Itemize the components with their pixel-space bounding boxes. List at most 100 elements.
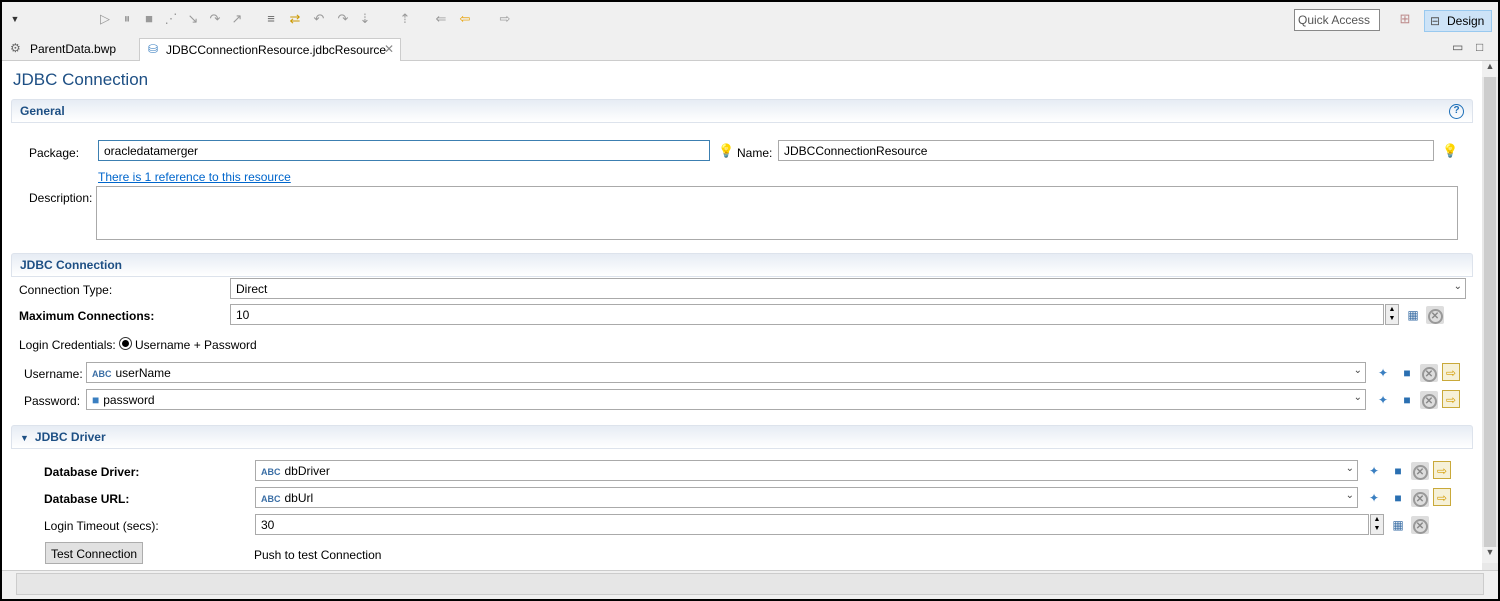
last-edit-icon[interactable]: ⇐ xyxy=(434,12,448,26)
assign-property-icon[interactable]: ⇨ xyxy=(1442,390,1460,408)
username-select[interactable]: ABC userName ⌄ xyxy=(86,362,1366,383)
clear-icon[interactable]: ✕ xyxy=(1411,516,1429,534)
connection-type-label: Connection Type: xyxy=(19,283,113,297)
login-timeout-input[interactable]: 30 xyxy=(255,514,1369,535)
back-icon[interactable]: ⇦ xyxy=(458,12,472,26)
disconnect-icon[interactable]: ⋰ xyxy=(164,12,178,26)
connection-type-value: Direct xyxy=(236,282,268,296)
connection-type-select[interactable]: Direct ⌄ xyxy=(230,278,1466,299)
login-timeout-label: Login Timeout (secs): xyxy=(44,519,159,533)
step-over-icon[interactable]: ↷ xyxy=(208,12,222,26)
create-property-icon[interactable]: ✦ xyxy=(1365,462,1383,480)
section-general[interactable]: General? xyxy=(11,99,1473,123)
step-into-icon[interactable]: ↘ xyxy=(186,12,200,26)
tab-label: ParentData.bwp xyxy=(30,42,117,56)
clear-icon[interactable]: ✕ xyxy=(1420,391,1438,409)
module-property-icon[interactable]: ■ xyxy=(1389,462,1407,480)
tab-jdbcresource[interactable]: ⛁ JDBCConnectionResource.jdbcResource ✕ xyxy=(139,38,401,61)
password-label: Password: xyxy=(24,394,81,408)
maximize-icon[interactable]: □ xyxy=(1476,40,1483,54)
section-title: JDBC Driver xyxy=(34,430,106,444)
database-driver-select[interactable]: ABC dbDriver ⌄ xyxy=(255,460,1358,481)
use-step-filters-icon[interactable]: ⇄ xyxy=(288,12,302,26)
section-title: General xyxy=(20,104,65,118)
description-label: Description: xyxy=(29,191,93,205)
chevron-down-icon: ⌄ xyxy=(1345,490,1354,501)
suspend-icon[interactable]: ⏸ xyxy=(120,12,134,26)
design-perspective-button[interactable]: ⊟ Design xyxy=(1424,10,1492,32)
radio-username-password[interactable] xyxy=(119,337,132,350)
expand-icon: ▼ xyxy=(20,433,29,443)
assign-property-icon[interactable]: ⇨ xyxy=(1433,461,1451,479)
create-property-icon[interactable]: ✦ xyxy=(1374,391,1392,409)
database-icon: ⛁ xyxy=(148,42,159,56)
table-icon[interactable]: ▦ xyxy=(1389,516,1407,534)
package-input[interactable]: oracledatamerger xyxy=(98,140,710,161)
database-url-select[interactable]: ABC dbUrl ⌄ xyxy=(255,487,1358,508)
tab-parentdata[interactable]: ⚙ ParentData.bwp xyxy=(4,38,122,61)
undo-icon[interactable]: ↶ xyxy=(312,12,326,26)
bottom-pane xyxy=(2,570,1498,599)
module-property-icon[interactable]: ■ xyxy=(1398,391,1416,409)
horizontal-scrollbar[interactable] xyxy=(16,573,1484,595)
step-return-icon[interactable]: ↗ xyxy=(230,12,244,26)
assign-property-icon[interactable]: ⇨ xyxy=(1442,363,1460,381)
assign-property-icon[interactable]: ⇨ xyxy=(1433,488,1451,506)
password-select[interactable]: ■ password ⌄ xyxy=(86,389,1366,410)
spinner[interactable]: ▲ ▼ xyxy=(1385,304,1399,325)
test-connection-button[interactable]: Test Connection xyxy=(45,542,144,564)
dropdown-icon[interactable]: ▼ xyxy=(8,12,22,26)
close-icon[interactable]: ✕ xyxy=(384,42,394,56)
section-title: JDBC Connection xyxy=(20,258,122,272)
help-icon[interactable]: ? xyxy=(1449,104,1464,119)
name-input[interactable]: JDBCConnectionResource xyxy=(778,140,1434,161)
resume-icon[interactable]: ▷ xyxy=(98,12,112,26)
forward-icon[interactable]: ⇨ xyxy=(498,12,512,26)
drop-frame-icon[interactable]: ≡ xyxy=(264,12,278,26)
username-value: userName xyxy=(115,366,171,380)
create-property-icon[interactable]: ✦ xyxy=(1365,489,1383,507)
main-toolbar: ▼ ▷ ⏸ ■ ⋰ ↘ ↷ ↗ ≡ ⇄ ↶ ↷ ⇣ ⇡ ⇐ ⇦ ⇨ Quick … xyxy=(2,2,1498,36)
open-perspective-icon[interactable]: ⊞ xyxy=(1398,12,1412,26)
create-property-icon[interactable]: ✦ xyxy=(1374,364,1392,382)
name-label: Name: xyxy=(737,146,773,160)
quick-access-input[interactable]: Quick Access xyxy=(1294,9,1380,31)
page-title: JDBC Connection xyxy=(13,70,149,89)
description-textarea[interactable] xyxy=(96,186,1458,240)
chevron-down-icon: ⌄ xyxy=(1453,281,1462,292)
section-jdbc-connection[interactable]: JDBC Connection xyxy=(11,253,1473,277)
next-annotation-icon[interactable]: ⇣ xyxy=(358,12,372,26)
minimize-icon[interactable]: ▭ xyxy=(1452,40,1463,54)
clear-icon[interactable]: ✕ xyxy=(1426,306,1444,324)
lightbulb-icon: 💡 xyxy=(1442,143,1459,158)
radio-label: Username + Password xyxy=(135,338,257,352)
scroll-up-icon[interactable]: ▲ xyxy=(1482,61,1498,77)
previous-annotation-icon[interactable]: ⇡ xyxy=(398,12,412,26)
clear-icon[interactable]: ✕ xyxy=(1411,489,1429,507)
scroll-down-icon[interactable]: ▼ xyxy=(1482,547,1498,563)
test-connection-hint: Push to test Connection xyxy=(254,548,382,562)
scroll-thumb[interactable] xyxy=(1484,77,1496,547)
references-link[interactable]: There is 1 reference to this resource xyxy=(98,170,291,184)
section-jdbc-driver[interactable]: ▼ JDBC Driver xyxy=(11,425,1473,449)
eclipse-window: ▼ ▷ ⏸ ■ ⋰ ↘ ↷ ↗ ≡ ⇄ ↶ ↷ ⇣ ⇡ ⇐ ⇦ ⇨ Quick … xyxy=(2,2,1498,599)
editor-form: JDBC Connection General? Package: oracle… xyxy=(2,61,1482,570)
vertical-scrollbar[interactable]: ▲ ▼ xyxy=(1482,61,1498,570)
lightbulb-icon: 💡 xyxy=(718,143,735,158)
redo-icon[interactable]: ↷ xyxy=(336,12,350,26)
chevron-down-icon: ⌄ xyxy=(1345,463,1354,474)
module-property-icon[interactable]: ■ xyxy=(1389,489,1407,507)
package-label: Package: xyxy=(29,146,80,160)
table-icon[interactable]: ▦ xyxy=(1404,306,1422,324)
clear-icon[interactable]: ✕ xyxy=(1420,364,1438,382)
username-label: Username: xyxy=(24,367,83,381)
password-value: password xyxy=(103,393,155,407)
string-icon: ABC xyxy=(261,494,281,504)
editor-tab-bar: ⚙ ParentData.bwp ⛁ JDBCConnectionResource.… xyxy=(2,37,1498,61)
clear-icon[interactable]: ✕ xyxy=(1411,462,1429,480)
spinner[interactable]: ▲ ▼ xyxy=(1370,514,1384,535)
module-property-icon[interactable]: ■ xyxy=(1398,364,1416,382)
string-icon: ABC xyxy=(261,467,281,477)
max-connections-input[interactable]: 10 xyxy=(230,304,1384,325)
terminate-icon[interactable]: ■ xyxy=(142,12,156,26)
